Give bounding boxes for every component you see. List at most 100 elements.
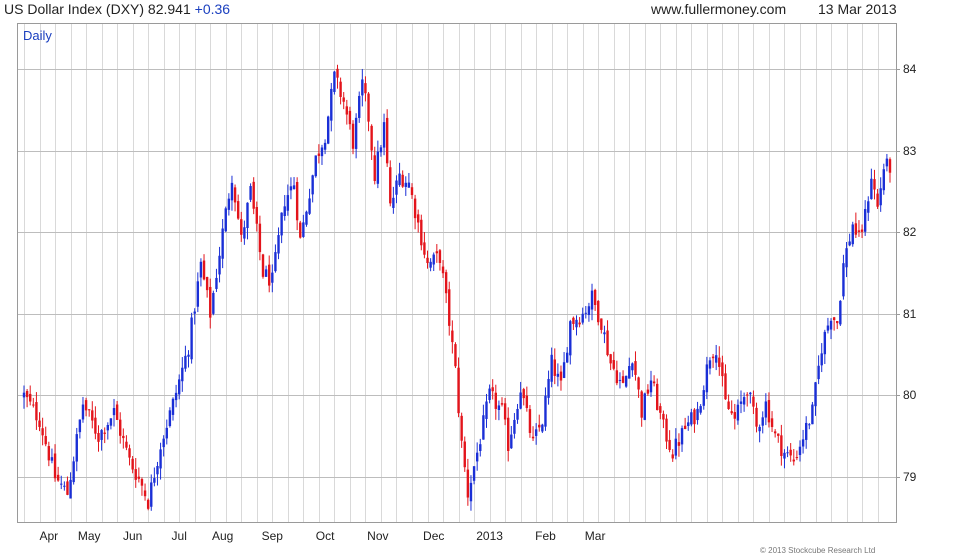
candle-body-up bbox=[382, 122, 386, 148]
candle-body-down bbox=[733, 412, 737, 419]
period-label: Daily bbox=[23, 28, 52, 43]
candle-body-down bbox=[35, 402, 38, 421]
candle-body-down bbox=[317, 153, 321, 156]
candle-body-down bbox=[773, 431, 777, 434]
candle-body-down bbox=[671, 454, 674, 459]
candle-body-up bbox=[112, 408, 116, 416]
candle-body-up bbox=[680, 428, 684, 445]
candle-body-down bbox=[448, 289, 451, 326]
candle-body-down bbox=[466, 469, 470, 498]
candle-body-down bbox=[600, 318, 603, 330]
candle-body-down bbox=[780, 435, 783, 456]
y-tick-label: 80 bbox=[903, 387, 917, 402]
candle-body-up bbox=[407, 182, 411, 188]
candle-body-up bbox=[798, 446, 802, 456]
candle-body-down bbox=[91, 410, 94, 421]
candle-body-up bbox=[106, 425, 110, 431]
candle-body-up bbox=[218, 255, 221, 275]
candle-body-down bbox=[662, 413, 665, 420]
candle-body-up bbox=[379, 147, 383, 153]
candle-body-down bbox=[56, 474, 60, 481]
candle-body-down bbox=[721, 362, 724, 377]
candle-body-down bbox=[637, 377, 640, 390]
candle-body-down bbox=[746, 394, 749, 396]
candle-body-up bbox=[845, 248, 848, 268]
candle-body-up bbox=[333, 71, 336, 92]
candle-body-up bbox=[150, 482, 153, 507]
candle-body-down bbox=[538, 424, 541, 428]
candle-body-up bbox=[870, 178, 873, 200]
candle-body-up bbox=[392, 197, 395, 208]
candle-body-up bbox=[485, 401, 488, 419]
candle-body-up bbox=[81, 404, 85, 420]
candle-body-up bbox=[246, 202, 249, 229]
candle-body-down bbox=[777, 433, 780, 436]
candle-body-down bbox=[261, 254, 265, 277]
candle-body-down bbox=[131, 458, 134, 470]
candle-body-down bbox=[134, 469, 137, 480]
candle-body-up bbox=[311, 175, 314, 195]
candle-body-up bbox=[277, 235, 280, 254]
x-tick-label: Feb bbox=[535, 529, 556, 543]
candle-body-down bbox=[339, 81, 342, 97]
candle-body-down bbox=[202, 260, 206, 280]
candle-body-up bbox=[702, 390, 705, 406]
x-tick-label: Jun bbox=[122, 529, 143, 543]
candle-body-up bbox=[556, 373, 560, 377]
candle-body-down bbox=[770, 418, 774, 428]
candle-body-up bbox=[786, 452, 789, 454]
copyright-notice: © 2013 Stockcube Research Ltd bbox=[760, 546, 876, 555]
candle-body-up bbox=[404, 182, 407, 187]
candle-body-up bbox=[643, 393, 646, 420]
candle-body-down bbox=[268, 264, 271, 286]
candle-body-down bbox=[457, 367, 460, 414]
candle-body-up bbox=[851, 224, 854, 245]
candle-body-down bbox=[29, 393, 32, 402]
candle-body-down bbox=[205, 276, 209, 291]
y-tick-label: 82 bbox=[903, 224, 917, 239]
candle-body-down bbox=[500, 403, 504, 405]
x-tick-label: Jul bbox=[171, 529, 187, 543]
candle-body-down bbox=[593, 289, 597, 306]
candle-body-up bbox=[69, 479, 72, 499]
candle-body-down bbox=[41, 428, 44, 436]
candle-body-down bbox=[528, 409, 532, 433]
candle-body-down bbox=[233, 187, 237, 203]
candle-body-down bbox=[767, 400, 771, 423]
candle-body-up bbox=[584, 312, 588, 314]
candle-body-up bbox=[398, 173, 401, 186]
candle-body-up bbox=[820, 353, 823, 366]
candle-body-up bbox=[221, 228, 224, 259]
candle-body-up bbox=[320, 147, 324, 157]
candle-body-up bbox=[590, 290, 594, 310]
candle-body-down bbox=[693, 409, 696, 425]
candle-body-down bbox=[103, 432, 106, 434]
candle-body-down bbox=[38, 420, 41, 427]
candle-body-down bbox=[209, 286, 212, 318]
candle-body-up bbox=[758, 426, 761, 432]
candle-body-up bbox=[429, 261, 432, 268]
candle-body-up bbox=[165, 427, 168, 439]
candle-body-up bbox=[100, 430, 103, 440]
candle-body-down bbox=[240, 219, 243, 235]
candle-body-down bbox=[146, 499, 150, 509]
candle-body-up bbox=[804, 422, 808, 440]
candle-body-up bbox=[848, 241, 851, 246]
candle-body-up bbox=[882, 169, 885, 191]
candle-body-down bbox=[140, 479, 144, 486]
candle-body-up bbox=[358, 95, 361, 118]
candle-body-up bbox=[330, 88, 333, 121]
candle-body-down bbox=[125, 441, 128, 448]
candle-body-down bbox=[255, 207, 258, 224]
candle-body-down bbox=[873, 179, 876, 190]
candle-body-down bbox=[646, 389, 650, 394]
candle-body-down bbox=[410, 187, 414, 196]
candle-body-down bbox=[606, 330, 609, 356]
candle-body-down bbox=[122, 435, 125, 439]
candle-body-down bbox=[32, 404, 35, 406]
candle-body-down bbox=[711, 356, 715, 359]
candle-body-up bbox=[326, 116, 330, 144]
candle-body-down bbox=[832, 317, 836, 321]
candle-body-down bbox=[795, 457, 799, 459]
candle-body-up bbox=[305, 211, 308, 225]
